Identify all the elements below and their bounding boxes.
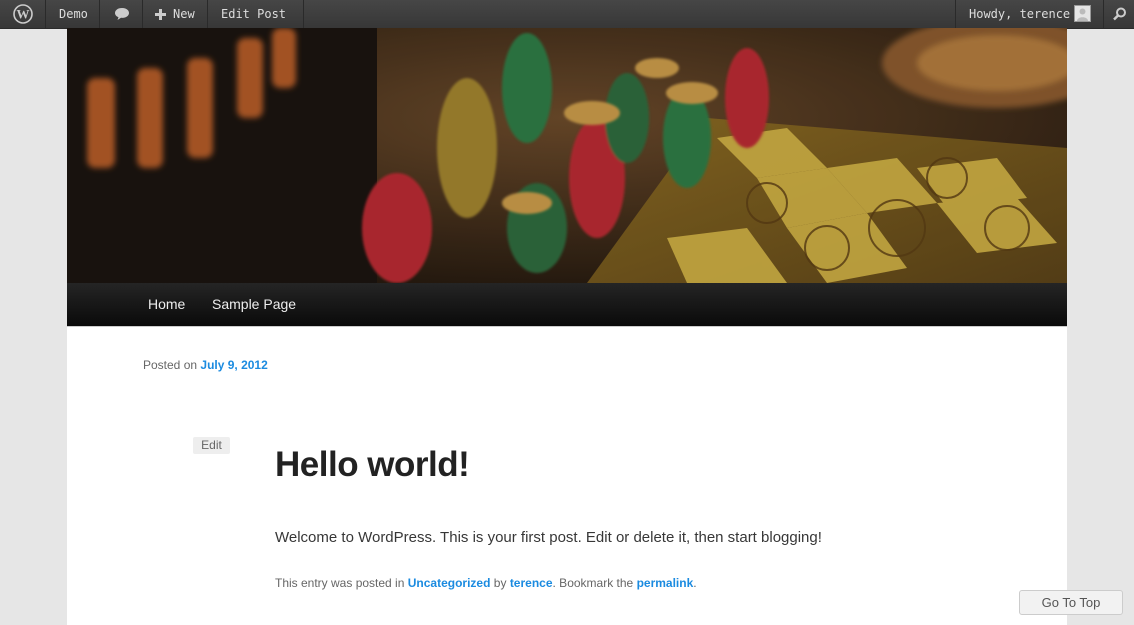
wordpress-icon: W <box>13 4 33 24</box>
account-menu[interactable]: Howdy, terence <box>955 0 1103 28</box>
nav-item-home[interactable]: Home <box>148 283 185 326</box>
category-link[interactable]: Uncategorized <box>408 576 491 590</box>
meta-bookmark: . Bookmark the <box>552 576 634 590</box>
admin-search-button[interactable] <box>1103 0 1134 28</box>
post-content: Welcome to WordPress. This is your first… <box>275 529 822 546</box>
nav-item-sample-page[interactable]: Sample Page <box>212 283 296 326</box>
post-date-link[interactable]: July 9, 2012 <box>200 358 267 372</box>
go-to-top-button[interactable]: Go To Top <box>1019 590 1123 615</box>
meta-by: by <box>493 576 507 590</box>
page: Home Sample Page Posted on July 9, 2012 … <box>67 28 1067 625</box>
svg-text:W: W <box>17 7 30 22</box>
comment-bubble-icon <box>115 8 129 20</box>
header-image[interactable] <box>67 28 1067 283</box>
howdy-label: Howdy, terence <box>969 7 1071 21</box>
new-label: New <box>173 7 195 21</box>
avatar <box>1074 5 1091 22</box>
meta-suffix: . <box>693 576 697 590</box>
edit-post-button[interactable]: Edit <box>193 437 230 454</box>
meta-prefix: This entry was posted in <box>275 576 405 590</box>
author-link[interactable]: terence <box>510 576 553 590</box>
edit-post-link[interactable]: Edit Post <box>208 0 304 28</box>
chess-board-photo <box>67 28 1067 283</box>
wordpress-logo-button[interactable]: W <box>0 0 46 28</box>
entry-meta-date: Posted on July 9, 2012 <box>143 358 268 372</box>
entry-footer-meta: This entry was posted in Uncategorized b… <box>275 576 697 590</box>
admin-bar: W Demo New Edit Post Howdy, terence <box>0 0 1134 29</box>
search-icon <box>1113 7 1126 21</box>
posted-on-label: Posted on <box>143 358 198 372</box>
plus-icon <box>155 9 166 20</box>
post-title[interactable]: Hello world! <box>275 445 470 485</box>
permalink-link[interactable]: permalink <box>637 576 694 590</box>
site-name-link[interactable]: Demo <box>46 0 100 28</box>
user-silhouette-icon <box>1077 8 1088 21</box>
new-content-button[interactable]: New <box>143 0 208 28</box>
comments-button[interactable] <box>100 0 143 28</box>
main-navigation: Home Sample Page <box>67 283 1067 327</box>
